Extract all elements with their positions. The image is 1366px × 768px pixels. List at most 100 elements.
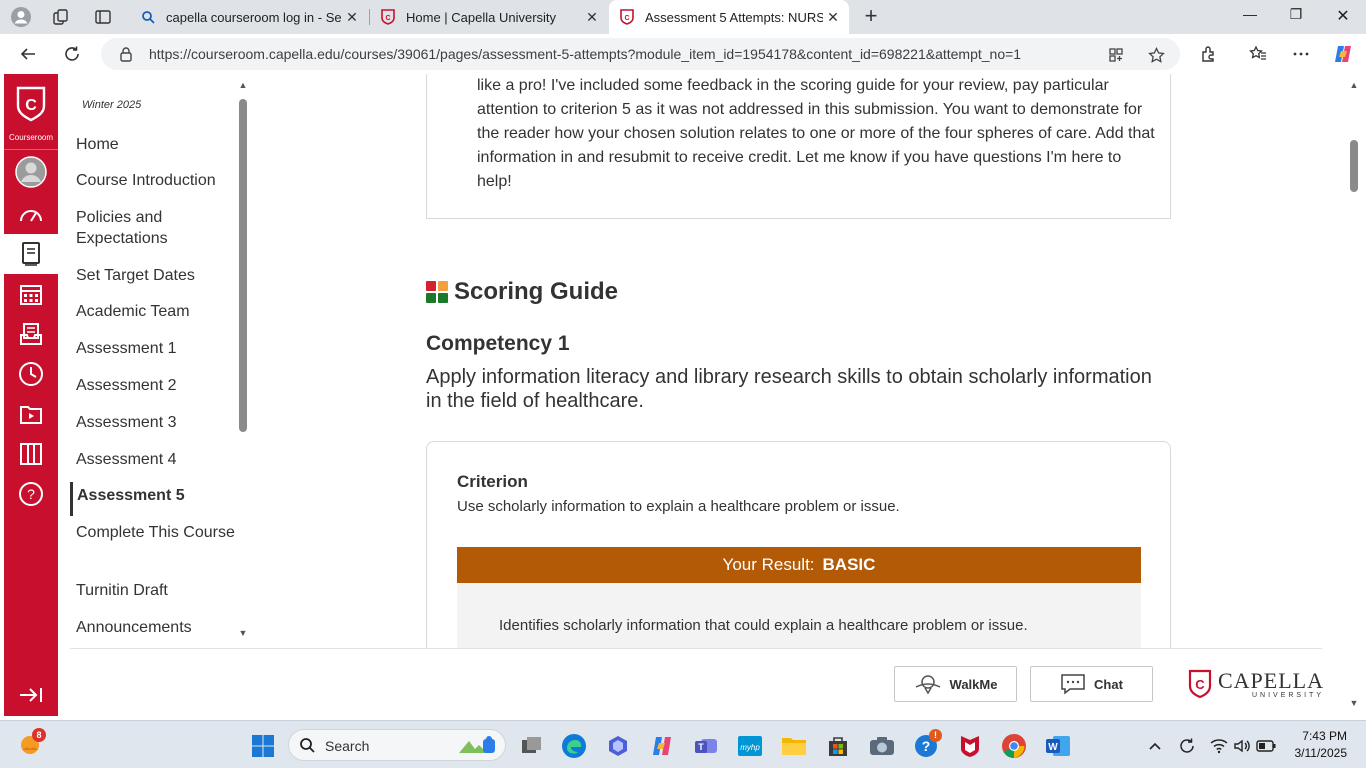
- dashboard-icon[interactable]: [4, 194, 58, 234]
- profile-icon[interactable]: [10, 6, 32, 28]
- clock-date[interactable]: 3/11/2025: [1285, 746, 1348, 760]
- svg-text:C: C: [1195, 677, 1205, 692]
- result-value: BASIC: [822, 555, 876, 574]
- chat-button[interactable]: Chat: [1030, 666, 1153, 702]
- workspaces-icon[interactable]: [50, 6, 72, 28]
- courseroom-logo[interactable]: C Courseroom: [4, 82, 58, 142]
- nav-item-assessment-1[interactable]: Assessment 1: [76, 338, 236, 359]
- page-scrollbar[interactable]: ▲ ▼: [1347, 74, 1361, 716]
- task-view-icon[interactable]: [519, 733, 545, 759]
- scoring-guide-heading: Scoring Guide: [426, 278, 618, 306]
- tab-title: Assessment 5 Attempts: NURS-FP: [645, 9, 823, 25]
- criterion-card: Criterion Use scholarly information to e…: [426, 441, 1171, 648]
- nav-item-complete-course[interactable]: Complete This Course: [76, 522, 236, 543]
- sync-icon[interactable]: [1174, 733, 1200, 759]
- file-explorer-icon[interactable]: [781, 733, 807, 759]
- tab-bing-search[interactable]: capella courseroom log in - Searc ✕: [130, 2, 368, 32]
- favorites-icon[interactable]: [1247, 43, 1269, 65]
- capella-university-logo: C CAPELLA UNIVERSITY: [1188, 669, 1324, 699]
- new-tab-button[interactable]: +: [860, 5, 882, 27]
- copilot-icon[interactable]: [1332, 43, 1354, 65]
- nav-item-academic-team[interactable]: Academic Team: [76, 301, 236, 322]
- calendar-icon[interactable]: [4, 274, 58, 314]
- clock-time[interactable]: 7:43 PM: [1285, 729, 1347, 743]
- address-bar[interactable]: https://courseroom.capella.edu/courses/3…: [101, 38, 1180, 70]
- competency-title: Competency 1: [426, 332, 570, 355]
- scroll-up-arrow-icon[interactable]: ▲: [1347, 80, 1361, 90]
- nav-item-set-target-dates[interactable]: Set Target Dates: [76, 265, 236, 286]
- nav-item-turnitin-draft[interactable]: Turnitin Draft: [76, 580, 236, 601]
- history-icon[interactable]: [4, 354, 58, 394]
- nav-item-assessment-3[interactable]: Assessment 3: [76, 412, 236, 433]
- restore-button[interactable]: ❐: [1286, 6, 1306, 23]
- show-hidden-icons[interactable]: [1142, 733, 1168, 759]
- close-tab-icon[interactable]: ✕: [584, 9, 600, 26]
- battery-icon[interactable]: [1253, 733, 1279, 759]
- start-icon[interactable]: [250, 733, 276, 759]
- search-icon: [140, 9, 156, 25]
- nav-item-course-introduction[interactable]: Course Introduction: [76, 170, 236, 191]
- address-bar-row: https://courseroom.capella.edu/courses/3…: [0, 34, 1366, 74]
- search-highlight-icon: [457, 735, 501, 762]
- walkme-label: WalkMe: [949, 676, 998, 692]
- url-text[interactable]: https://courseroom.capella.edu/courses/3…: [149, 46, 1021, 62]
- instructor-feedback: like a pro! I've included some feedback …: [477, 77, 1155, 190]
- teams-icon[interactable]: T: [693, 733, 719, 759]
- browser-tab-bar: capella courseroom log in - Searc ✕ C Ho…: [0, 0, 1366, 34]
- refresh-button[interactable]: [61, 43, 83, 65]
- myhp-icon[interactable]: myhp: [737, 733, 763, 759]
- mcafee-icon[interactable]: [957, 733, 983, 759]
- chrome-icon[interactable]: [1001, 733, 1027, 759]
- volume-icon[interactable]: [1229, 733, 1255, 759]
- microsoft-store-icon[interactable]: [825, 733, 851, 759]
- tab-capella-home[interactable]: C Home | Capella University ✕: [370, 2, 608, 32]
- account-icon[interactable]: [4, 152, 58, 192]
- tab-assessment-5-attempts[interactable]: C Assessment 5 Attempts: NURS-FP ✕: [609, 0, 849, 34]
- get-help-icon[interactable]: ? !: [913, 729, 942, 759]
- close-window-button[interactable]: ✕: [1333, 6, 1353, 26]
- walkme-button[interactable]: WalkMe: [894, 666, 1017, 702]
- active-indicator: [70, 482, 73, 516]
- back-button[interactable]: [17, 43, 39, 65]
- expand-nav-icon[interactable]: [4, 675, 58, 715]
- scoring-guide-title: Scoring Guide: [454, 278, 619, 305]
- nav-item-assessment-4[interactable]: Assessment 4: [76, 449, 236, 470]
- edge-taskbar-icon[interactable]: [561, 733, 587, 759]
- scroll-thumb[interactable]: [239, 99, 247, 432]
- weather-icon[interactable]: 8: [18, 728, 46, 757]
- copilot-app-icon[interactable]: [649, 733, 675, 759]
- more-menu-icon[interactable]: [1290, 43, 1312, 65]
- scroll-thumb[interactable]: [1350, 140, 1358, 192]
- criterion-description: Use scholarly information to explain a h…: [457, 498, 900, 515]
- nav-item-home[interactable]: Home: [76, 134, 236, 155]
- nav-item-announcements[interactable]: Announcements: [76, 617, 236, 638]
- svg-text:T: T: [698, 742, 704, 752]
- nav-scrollbar[interactable]: ▲ ▼: [238, 80, 248, 642]
- chat-icon: [1061, 674, 1085, 695]
- help-icon[interactable]: ?: [4, 474, 58, 514]
- courses-icon[interactable]: [4, 234, 58, 274]
- close-tab-icon[interactable]: ✕: [825, 9, 841, 26]
- inbox-icon[interactable]: [4, 314, 58, 354]
- taskbar-search[interactable]: Search: [288, 729, 506, 761]
- minimize-button[interactable]: —: [1240, 6, 1260, 22]
- camera-icon[interactable]: [869, 733, 895, 759]
- lock-icon[interactable]: [118, 46, 134, 62]
- library-icon[interactable]: [4, 434, 58, 474]
- media-icon[interactable]: [4, 394, 58, 434]
- app-available-icon[interactable]: [1107, 46, 1125, 64]
- scroll-down-arrow-icon[interactable]: ▼: [1347, 698, 1361, 708]
- extensions-icon[interactable]: [1198, 43, 1220, 65]
- windows-taskbar: 8 Search T myhp ? ! W 7:43 PM 3/11/2025: [0, 720, 1366, 768]
- close-tab-icon[interactable]: ✕: [344, 9, 360, 26]
- favorite-star-icon[interactable]: [1147, 46, 1165, 64]
- scroll-down-arrow-icon[interactable]: ▼: [238, 628, 248, 638]
- scroll-up-arrow-icon[interactable]: ▲: [238, 80, 248, 90]
- copilot-taskbar-icon[interactable]: [605, 733, 631, 759]
- nav-item-policies[interactable]: Policies and Expectations: [76, 207, 236, 249]
- nav-item-assessment-2[interactable]: Assessment 2: [76, 375, 236, 396]
- word-icon[interactable]: W: [1045, 733, 1071, 759]
- svg-text:myhp: myhp: [740, 743, 760, 752]
- nav-item-assessment-5[interactable]: Assessment 5: [77, 485, 237, 506]
- tab-actions-icon[interactable]: [92, 6, 114, 28]
